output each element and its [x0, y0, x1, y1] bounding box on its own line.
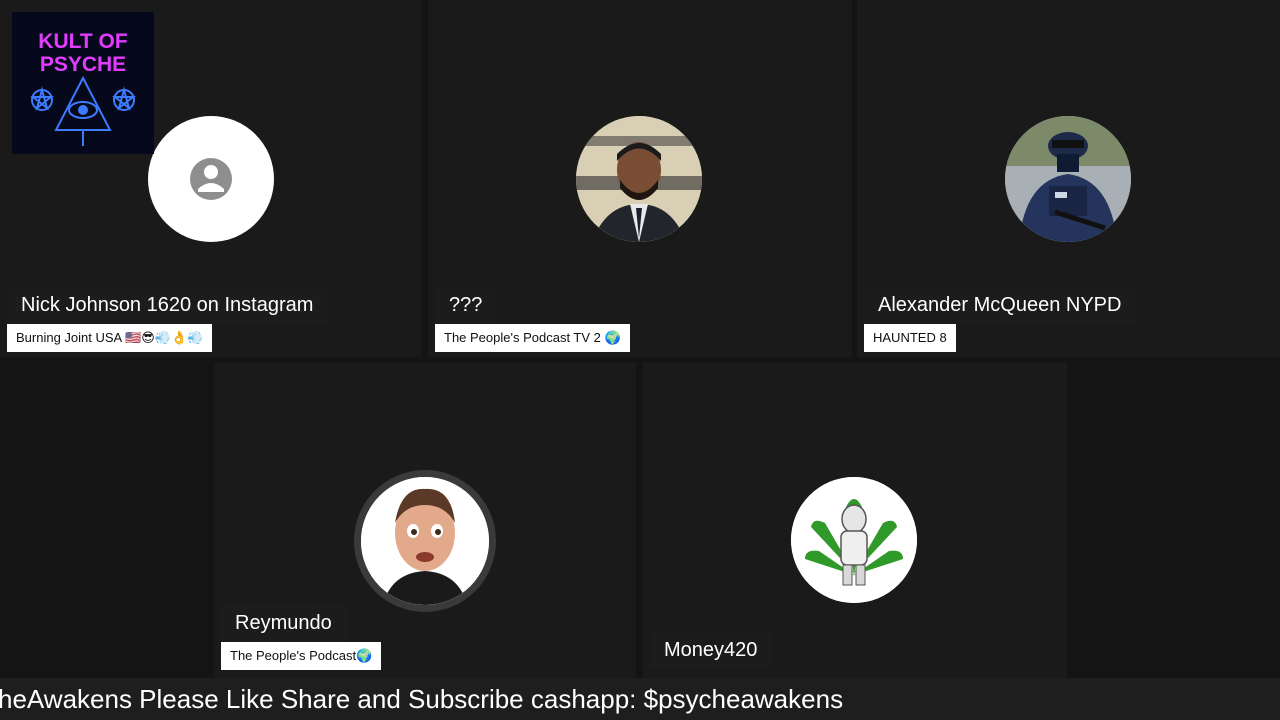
- participant-subtitle: The People's Podcast TV 2 🌍: [435, 324, 630, 352]
- participant-name: Reymundo: [221, 605, 346, 641]
- cartoon-boy-avatar-image: [361, 477, 489, 605]
- participant-name: Money420: [650, 632, 772, 668]
- participant-name: Nick Johnson 1620 on Instagram: [7, 287, 328, 323]
- participant-tile-5[interactable]: Money420: [643, 362, 1067, 678]
- participant-tile-2[interactable]: ??? The People's Podcast TV 2 🌍: [428, 0, 852, 357]
- participant-subtitle: HAUNTED 8: [864, 324, 956, 352]
- participant-tile-3[interactable]: Alexander McQueen NYPD HAUNTED 8: [857, 0, 1280, 357]
- man-in-suit-photo: [576, 116, 702, 242]
- ticker-text: heAwakens Please Like Share and Subscrib…: [0, 684, 844, 714]
- police-officer-photo: [1005, 116, 1131, 242]
- logo-line-1: KULT OF: [38, 30, 128, 53]
- participant-name: Alexander McQueen NYPD: [864, 287, 1136, 323]
- cartoon-boy-avatar: [354, 470, 496, 612]
- participant-subtitle: The People's Podcast🌍: [221, 642, 382, 670]
- neon-logo-art: KULT OF PSYCHE: [30, 30, 136, 146]
- cannabis-logo-avatar: [791, 477, 917, 603]
- default-user-avatar: [148, 116, 274, 242]
- scrolling-ticker: heAwakens Please Like Share and Subscrib…: [0, 678, 1280, 720]
- participant-subtitle: Burning Joint USA 🇺🇸😎💨👌💨: [7, 324, 213, 352]
- cannabis-leaf-logo: [791, 477, 917, 603]
- kult-of-psyche-logo: KULT OF PSYCHE: [12, 12, 154, 154]
- man-in-suit-avatar: [576, 116, 702, 242]
- police-officer-avatar: [1005, 116, 1131, 242]
- participant-tile-4[interactable]: Reymundo The People's Podcast🌍: [214, 362, 636, 678]
- participant-name: ???: [435, 287, 497, 323]
- user-icon: [190, 158, 232, 200]
- logo-line-2: PSYCHE: [40, 53, 126, 76]
